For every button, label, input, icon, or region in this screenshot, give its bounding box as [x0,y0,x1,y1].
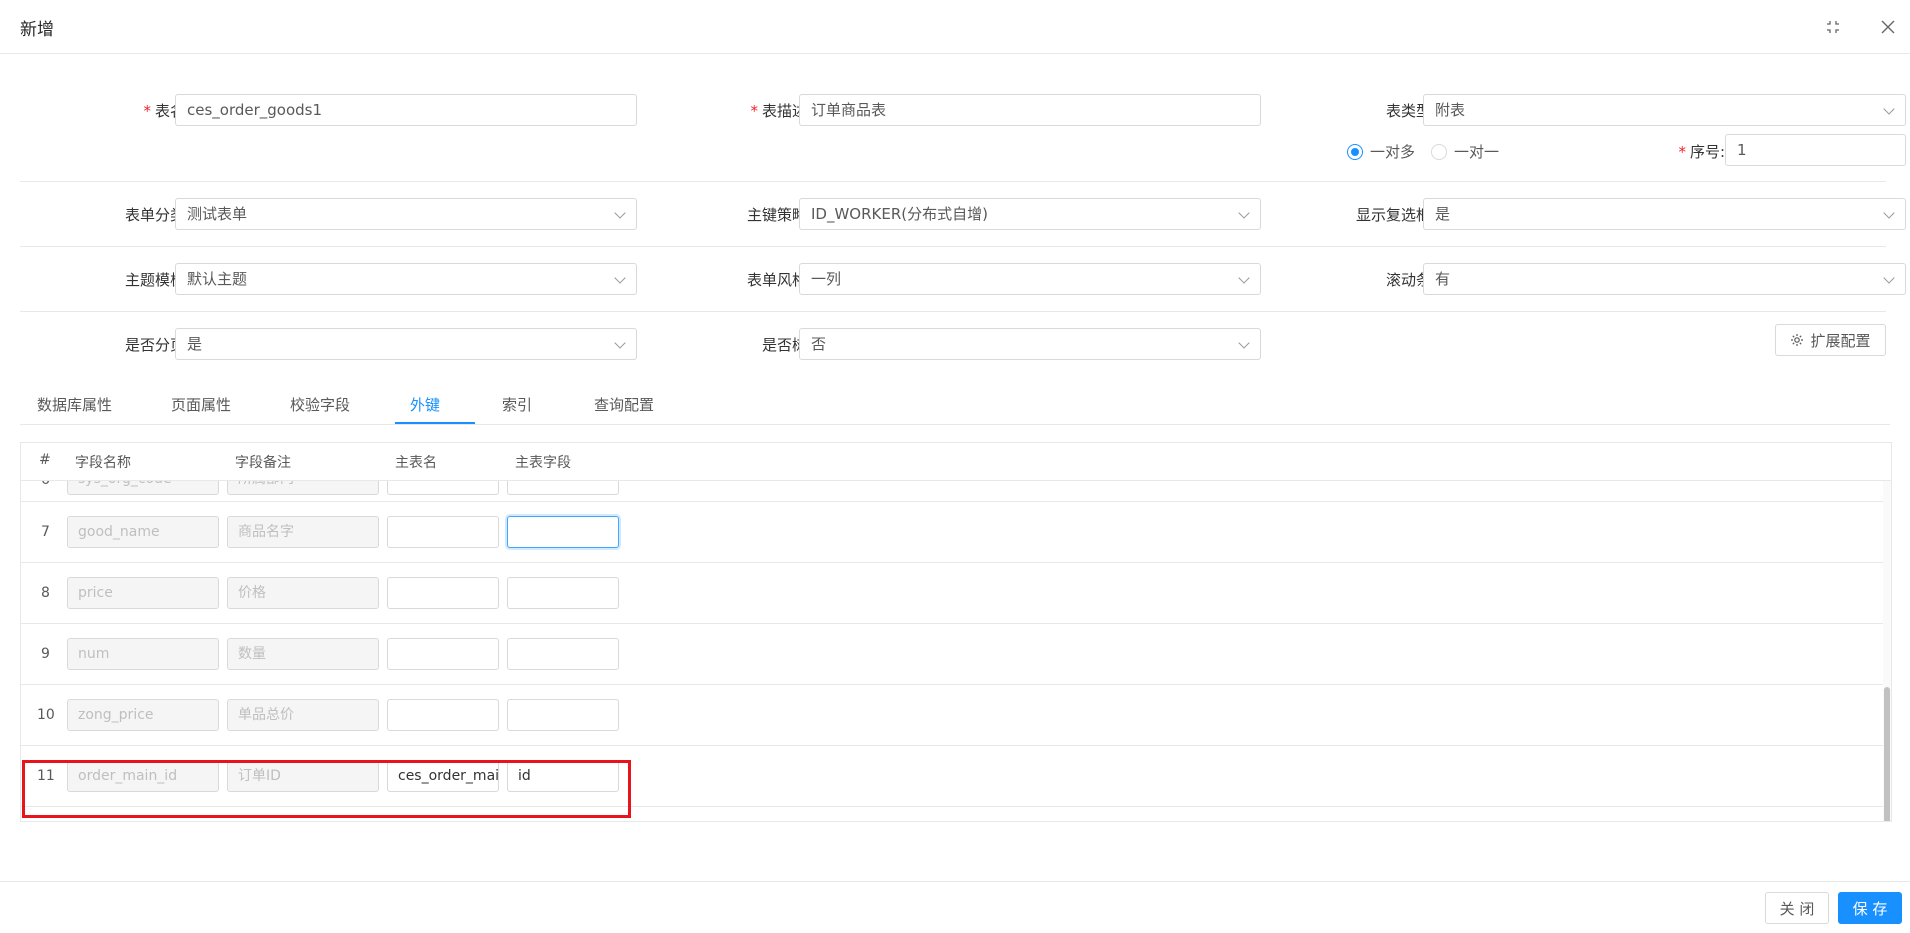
tab-page-props[interactable]: 页面属性 [171,394,231,415]
ext-config-button[interactable]: 扩展配置 [1775,324,1886,356]
col-field-name: 字段名称 [75,455,131,471]
main-table-input[interactable] [387,516,499,548]
form-style-label: 表单风格: [746,271,812,289]
scrollbar-label: 滚动条: [1385,271,1436,289]
tab-validation[interactable]: 校验字段 [290,394,350,415]
field-remark-input: 价格 [227,577,379,609]
radio-one-to-one[interactable]: 一对一 [1431,141,1499,162]
close-button[interactable]: 关 闭 [1765,892,1829,924]
table-row: 8 price 价格 [21,563,1883,624]
main-field-input[interactable] [507,516,619,548]
fullscreen-exit-icon[interactable] [1822,16,1844,38]
table-scrollbar[interactable] [1883,481,1891,821]
order-no-label: * 序号: [1678,143,1725,161]
pk-strategy-label: 主键策略: [746,206,812,224]
tab-query-config[interactable]: 查询配置 [594,394,654,415]
form-row-2: 表单分类: 测试表单 主键策略: ID_WORKER(分布式自增) 显示复选框:… [20,182,1906,247]
modal-title: 新增 [20,20,54,40]
show-checkbox-label: 显示复选框: [1355,206,1436,224]
scrollbar-select[interactable]: 有 [1423,263,1906,295]
modal-header: 新增 [0,0,1910,54]
tab-index[interactable]: 索引 [502,394,532,415]
main-field-input[interactable] [507,638,619,670]
is-tree-label: 是否树: [761,336,812,354]
main-field-input[interactable] [507,699,619,731]
pk-strategy-select[interactable]: ID_WORKER(分布式自增) [799,198,1261,230]
col-index: # [39,452,51,468]
col-main-table: 主表名 [395,455,437,471]
radio-dot-unchecked [1431,143,1447,160]
table-row: 9 num 数量 [21,624,1883,685]
field-name-input: good_name [67,516,219,548]
main-table-input[interactable] [387,699,499,731]
gear-icon [1790,333,1804,347]
tab-db-props[interactable]: 数据库属性 [37,394,112,415]
field-remark-input: 数量 [227,638,379,670]
row-index: 8 [41,585,50,601]
table-row: 7 good_name 商品名字 [21,502,1883,563]
col-field-remark: 字段备注 [235,455,291,471]
modal-footer: 关 闭 保 存 [0,881,1910,933]
form-row-4: 是否分页: 是 是否树: 否 扩展配置 [20,312,1886,382]
table-header: # 字段名称 字段备注 主表名 主表字段 [21,443,1891,481]
form-row-3: 主题模板: 默认主题 表单风格: 一列 滚动条: 有 [20,247,1906,312]
field-name-input: num [67,638,219,670]
highlight-box [22,760,631,818]
order-no-input[interactable]: 1 [1725,134,1906,166]
form-row-1: * 表名: ces_order_goods1 * 表描述: 订单商品表 表类型: 附… [20,54,1906,182]
field-name-input: zong_price [67,699,219,731]
show-checkbox-select[interactable]: 是 [1423,198,1906,230]
form-category-select[interactable]: 测试表单 [175,198,637,230]
main-table-input[interactable] [387,577,499,609]
row-index: 10 [37,707,55,723]
form-category-label: 表单分类: [124,206,190,224]
field-remark-input: 单品总价 [227,699,379,731]
table-row: 10 zong_price 单品总价 [21,685,1883,746]
table-desc-input[interactable]: 订单商品表 [799,94,1261,126]
row-index: 7 [41,524,50,540]
field-name-input: price [67,577,219,609]
radio-dot-checked [1347,143,1363,160]
paging-select[interactable]: 是 [175,328,637,360]
active-tab-ink [395,422,475,424]
row-index: 9 [41,646,50,662]
table-name-input[interactable]: ces_order_goods1 [175,94,637,126]
table-type-label: 表类型: [1385,102,1436,120]
tab-bar: 数据库属性 页面属性 校验字段 外键 索引 查询配置 [20,384,1890,425]
close-icon[interactable] [1877,16,1899,38]
table-desc-label: * 表描述: [750,102,812,120]
tab-foreign-key[interactable]: 外键 [410,394,440,415]
radio-one-to-many[interactable]: 一对多 [1347,141,1415,162]
col-main-field: 主表字段 [515,455,571,471]
theme-select[interactable]: 默认主题 [175,263,637,295]
main-table-input[interactable] [387,638,499,670]
theme-label: 主题模板: [124,271,190,289]
is-tree-select[interactable]: 否 [799,328,1261,360]
scrollbar-thumb[interactable] [1884,687,1890,821]
form-style-select[interactable]: 一列 [799,263,1261,295]
save-button[interactable]: 保 存 [1838,892,1902,924]
table-type-select[interactable]: 附表 [1423,94,1906,126]
main-field-input[interactable] [507,577,619,609]
paging-label: 是否分页: [124,336,190,354]
field-remark-input: 商品名字 [227,516,379,548]
